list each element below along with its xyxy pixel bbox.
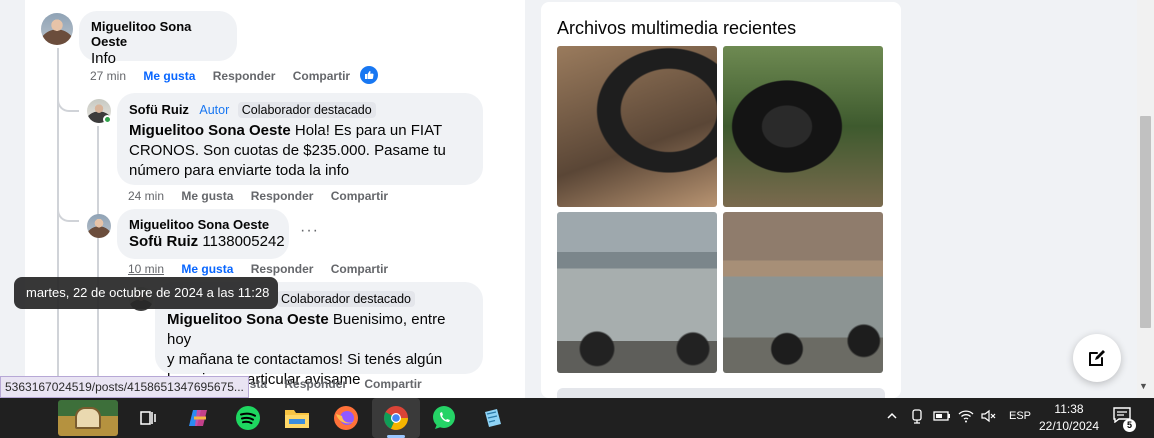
windows-taskbar: ESP 11:38 22/10/2024 5 [0, 398, 1154, 438]
volume-muted-icon[interactable] [981, 409, 997, 426]
thread-connector [57, 200, 79, 222]
comment-text: y mañana te contactamos! Si tenés algún [167, 351, 443, 368]
compose-icon [1089, 350, 1105, 366]
input-language[interactable]: ESP [1009, 410, 1031, 422]
reply-button[interactable]: Responder [284, 377, 347, 391]
comment-time[interactable]: 10 min [128, 262, 164, 276]
avatar[interactable] [41, 13, 73, 45]
clock-time: 11:38 [1054, 402, 1084, 416]
media-card-title: Archivos multimedia recientes [557, 18, 797, 38]
more-options-icon[interactable]: ··· [300, 222, 319, 240]
comment-actions: 24 min Me gusta Responder Compartir [128, 189, 402, 203]
comment-author[interactable]: Miguelitoo Sona Oeste [91, 19, 225, 49]
task-view-icon[interactable] [133, 403, 163, 433]
like-button[interactable]: Me gusta [181, 189, 233, 203]
file-explorer-icon[interactable] [282, 403, 312, 433]
whatsapp-icon[interactable] [429, 403, 459, 433]
wifi-icon[interactable] [958, 409, 974, 426]
comment-actions: 10 min Me gusta Responder Compartir [128, 262, 402, 276]
share-button[interactable]: Compartir [331, 189, 388, 203]
reply-button[interactable]: Responder [251, 189, 314, 203]
firefox-icon[interactable] [331, 403, 361, 433]
comment-text: 1138005242 [202, 233, 285, 250]
meet-now-icon[interactable] [910, 409, 924, 428]
media-photo[interactable] [557, 46, 717, 207]
chrome-icon[interactable] [381, 403, 411, 433]
like-button[interactable]: Me gusta [181, 262, 233, 276]
like-button[interactable]: Me gusta [143, 69, 195, 83]
comment-time[interactable]: 24 min [128, 189, 164, 203]
timestamp-tooltip: martes, 22 de octubre de 2024 a las 11:2… [14, 277, 278, 309]
media-photo[interactable] [723, 46, 883, 207]
new-message-button[interactable] [1073, 334, 1121, 382]
comment-bubble: Miguelitoo Sona Oeste Sofü Ruiz 11380052… [117, 209, 289, 259]
widget-icon[interactable] [58, 400, 118, 436]
scroll-down-arrow-icon[interactable]: ▼ [1139, 381, 1148, 391]
battery-icon[interactable] [933, 409, 951, 426]
comment-text: Info [91, 50, 117, 67]
reply-button[interactable]: Responder [251, 262, 314, 276]
online-status-icon [103, 115, 112, 124]
share-button[interactable]: Compartir [293, 69, 350, 83]
spotify-icon[interactable] [233, 403, 263, 433]
top-contributor-badge: Colaborador destacado [277, 291, 415, 307]
comment-text: número para enviarte toda la info [129, 162, 350, 179]
share-button[interactable]: Compartir [331, 262, 388, 276]
copilot-icon[interactable] [184, 403, 214, 433]
media-photo[interactable] [723, 212, 883, 373]
comment-author[interactable]: Miguelitoo Sona Oeste [129, 217, 277, 232]
media-photo[interactable] [557, 212, 717, 373]
mention-link[interactable]: Miguelitoo Sona Oeste [129, 122, 291, 139]
recent-media-card: Archivos multimedia recientes [541, 2, 901, 398]
like-reaction-icon[interactable] [360, 66, 378, 84]
clock[interactable]: 11:38 22/10/2024 [1036, 401, 1102, 435]
comment-text: Hola! Es para un FIAT [294, 122, 443, 139]
author-tag: Autor [199, 103, 230, 117]
comment-actions: 27 min Me gusta Responder Compartir [90, 69, 364, 83]
scrollbar-thumb[interactable] [1140, 116, 1151, 328]
share-button[interactable]: Compartir [364, 377, 421, 391]
comment-actions: gusta Responder Compartir [235, 377, 436, 391]
comment-text: CRONOS. Son cuotas de $235.000. Pasame t… [129, 142, 446, 159]
reply-button[interactable]: Responder [213, 69, 276, 83]
top-contributor-badge: Colaborador destacado [237, 102, 376, 118]
notes-app-icon[interactable] [478, 403, 508, 433]
avatar[interactable] [87, 214, 111, 238]
clock-date: 22/10/2024 [1038, 419, 1100, 433]
show-hidden-icons-chevron-icon[interactable] [886, 409, 898, 425]
mention-link[interactable]: Sofü Ruiz [129, 233, 198, 250]
link-status-bar: 5363167024519/posts/4158651347695675... [0, 376, 249, 398]
comment-time[interactable]: 27 min [90, 69, 126, 83]
next-card-placeholder [557, 388, 885, 398]
comment-bubble: Sofü Ruiz Autor Colaborador destacado Mi… [117, 93, 483, 185]
thread-connector [57, 90, 79, 112]
mention-link[interactable]: Miguelitoo Sona Oeste [167, 311, 329, 328]
comment-bubble: Miguelitoo Sona Oeste Info [79, 11, 237, 67]
comment-author[interactable]: Sofü Ruiz [129, 102, 189, 117]
notification-count-badge: 5 [1123, 419, 1136, 432]
comments-feed: Miguelitoo Sona Oeste Info 27 min Me gus… [25, 0, 525, 398]
